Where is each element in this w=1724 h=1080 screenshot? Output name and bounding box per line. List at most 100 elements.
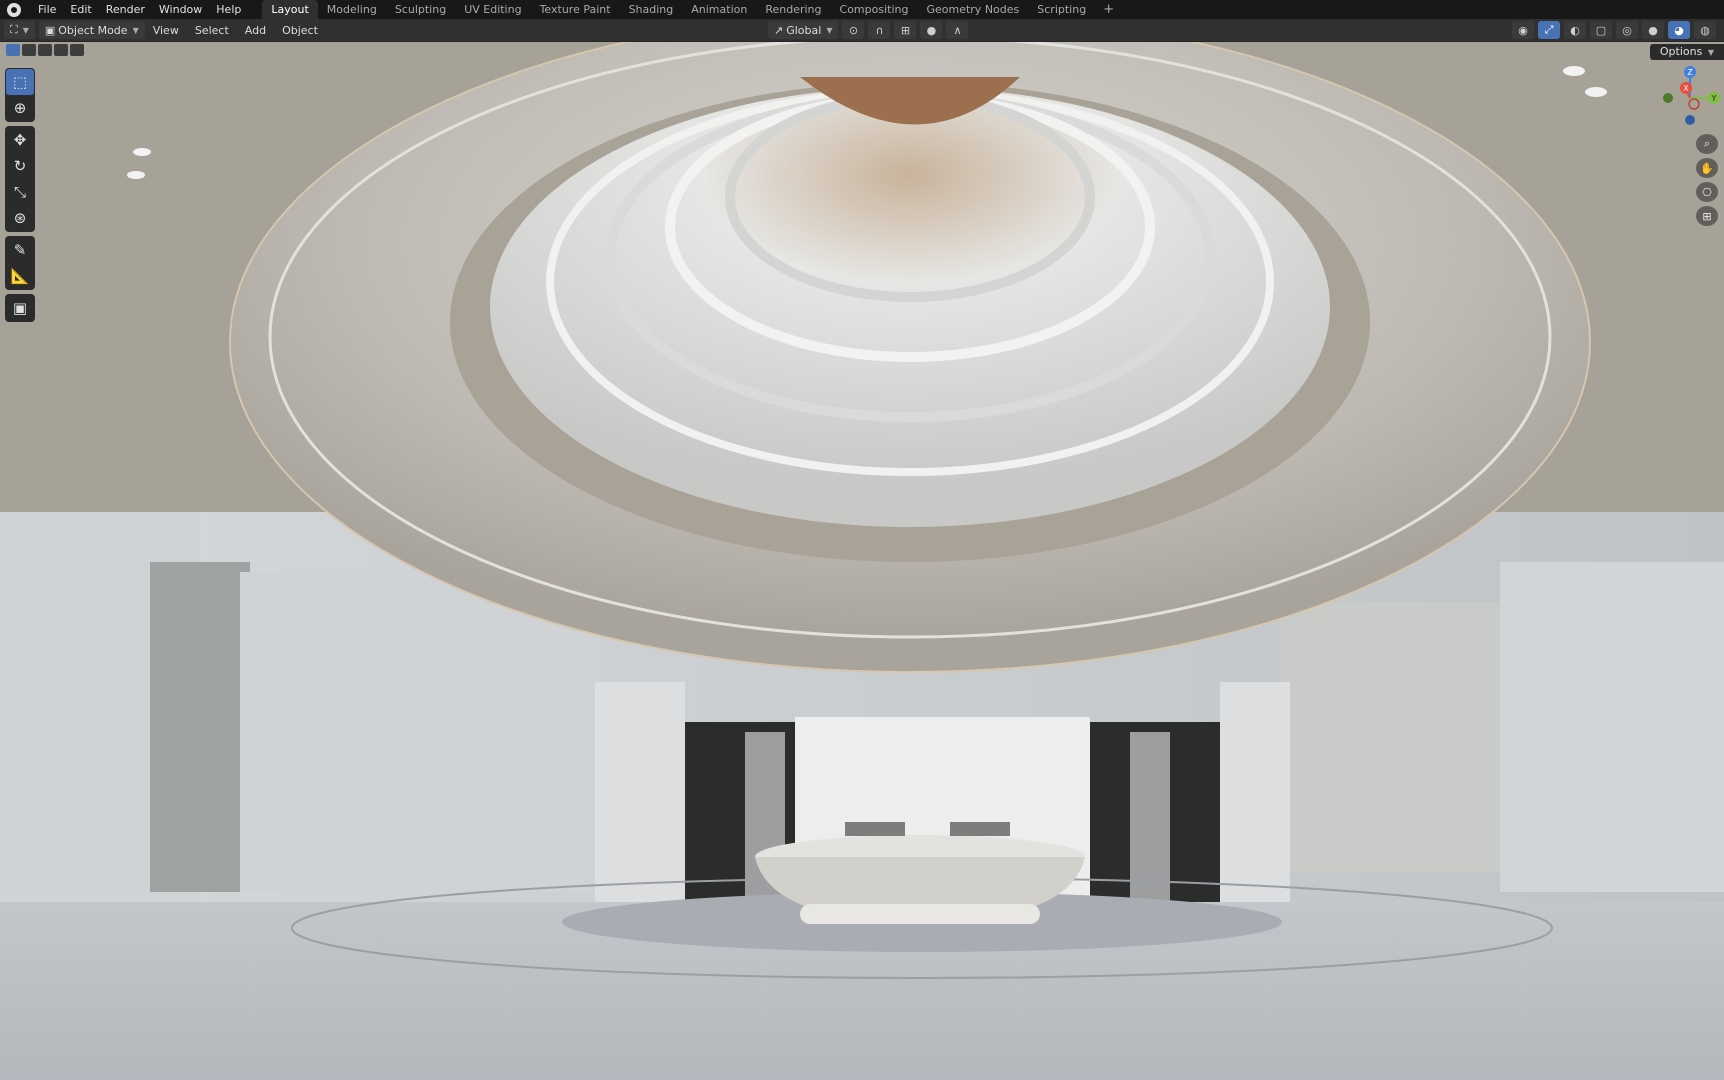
select-subtract-button[interactable] — [38, 44, 52, 56]
chevron-down-icon: ▼ — [132, 25, 139, 35]
3d-viewport[interactable]: ⬚ ⊕ ✥ ↻ ⤡ ⊛ ✎ 📐 ▣ Options ▼ Z Y X ⌕ ✋ ⎔ … — [0, 42, 1724, 1080]
menu-add[interactable]: Add — [237, 24, 274, 37]
menu-view[interactable]: View — [145, 24, 187, 37]
tab-shading[interactable]: Shading — [620, 0, 683, 19]
magnet-icon: ∩ — [875, 23, 884, 37]
annotate-tool[interactable]: ✎ — [6, 237, 34, 263]
gizmo-x-label: X — [1683, 84, 1689, 93]
blender-logo-icon[interactable] — [7, 2, 21, 17]
tab-compositing[interactable]: Compositing — [831, 0, 918, 19]
camera-view-button[interactable]: ⎔ — [1696, 182, 1718, 202]
right-pillar — [1130, 732, 1170, 922]
shading-solid-button[interactable]: ● — [1642, 21, 1664, 39]
gizmo-neg-y-handle[interactable] — [1663, 93, 1673, 103]
ceiling-light — [127, 171, 145, 179]
cursor-tool[interactable]: ⊕ — [6, 95, 34, 121]
desk-monitor-left — [845, 822, 905, 836]
menu-object[interactable]: Object — [274, 24, 326, 37]
shading-wireframe-button[interactable]: ◎ — [1616, 21, 1638, 39]
menu-select[interactable]: Select — [187, 24, 237, 37]
zoom-button[interactable]: ⌕ — [1696, 134, 1718, 154]
shading-rendered-button[interactable]: ◍ — [1694, 21, 1716, 39]
scale-tool[interactable]: ⤡ — [6, 179, 34, 205]
select-invert-button[interactable] — [54, 44, 68, 56]
xray-icon: ▢ — [1595, 23, 1607, 37]
viewport-display-controls: ◉ ⤢ ◐ ▢ ◎ ● ◕ ◍ — [1512, 21, 1716, 39]
move-tool[interactable]: ✥ — [6, 127, 34, 153]
add-workspace-button[interactable]: + — [1095, 0, 1122, 19]
snap-increment-icon: ⊞ — [900, 23, 911, 37]
menu-file[interactable]: File — [31, 0, 63, 19]
ortho-toggle-button[interactable]: ⊞ — [1696, 206, 1718, 226]
falloff-icon: ∧ — [953, 23, 962, 37]
mode-selector[interactable]: ▣ Object Mode ▼ — [38, 21, 145, 39]
tool-group-transform: ✥ ↻ ⤡ ⊛ — [5, 126, 35, 232]
tool-group-annotate: ✎ 📐 — [5, 236, 35, 290]
gizmo-neg-z-handle[interactable] — [1685, 115, 1695, 125]
tab-modeling[interactable]: Modeling — [318, 0, 386, 19]
select-extend-button[interactable] — [22, 44, 36, 56]
visibility-dropdown[interactable]: ◉ — [1512, 21, 1534, 39]
snap-target-dropdown[interactable]: ⊞ — [894, 21, 917, 39]
select-box-tool[interactable]: ⬚ — [6, 69, 34, 95]
select-new-button[interactable] — [6, 44, 20, 56]
measure-tool[interactable]: 📐 — [6, 263, 34, 289]
add-cube-tool[interactable]: ▣ — [6, 295, 34, 321]
tab-texture-paint[interactable]: Texture Paint — [531, 0, 620, 19]
select-intersect-button[interactable] — [70, 44, 84, 56]
chevron-down-icon: ▼ — [22, 25, 29, 35]
transform-tool[interactable]: ⊛ — [6, 205, 34, 231]
gizmo-z-label: Z — [1687, 68, 1693, 77]
cursor-icon: ⊕ — [13, 99, 27, 117]
xray-toggle[interactable]: ▢ — [1590, 21, 1612, 39]
overlays-toggle[interactable]: ◐ — [1564, 21, 1586, 39]
tab-rendering[interactable]: Rendering — [756, 0, 830, 19]
pan-hand-icon: ✋ — [1700, 161, 1714, 175]
wireframe-icon: ◎ — [1622, 23, 1632, 37]
ceiling-light — [133, 148, 151, 156]
shading-material-button[interactable]: ◕ — [1668, 21, 1690, 39]
tab-scripting[interactable]: Scripting — [1028, 0, 1095, 19]
top-menu-bar: File Edit Render Window Help Layout Mode… — [0, 0, 1724, 19]
pivot-point-button[interactable]: ⊙ — [842, 21, 865, 39]
column-left — [595, 682, 685, 932]
left-pillar — [745, 732, 785, 922]
viewport-render — [0, 42, 1724, 1080]
orientation-label: Global — [786, 23, 822, 37]
menu-render[interactable]: Render — [99, 0, 152, 19]
menu-window[interactable]: Window — [152, 0, 209, 19]
proportional-edit-toggle[interactable]: ● — [920, 21, 943, 39]
proportional-icon: ● — [926, 23, 937, 37]
navigation-gizmo[interactable]: Z Y X — [1660, 64, 1720, 128]
workspace-tabs: Layout Modeling Sculpting UV Editing Tex… — [262, 0, 1122, 19]
grid-view-icon: ⊞ — [1702, 209, 1712, 223]
ceiling-light — [1585, 87, 1607, 97]
chevron-down-icon: ▼ — [826, 25, 833, 35]
menu-edit[interactable]: Edit — [63, 0, 98, 19]
options-dropdown[interactable]: Options ▼ — [1649, 44, 1724, 60]
tab-layout[interactable]: Layout — [262, 0, 318, 19]
material-icon: ◕ — [1674, 23, 1684, 37]
pan-button[interactable]: ✋ — [1696, 158, 1718, 178]
desk-base — [800, 904, 1040, 924]
dome-layer-1 — [490, 87, 1330, 527]
transform-controls: ↗ Global ▼ ⊙ ∩ ⊞ ● ∧ — [764, 21, 969, 39]
move-icon: ✥ — [13, 131, 27, 149]
add-cube-icon: ▣ — [12, 299, 28, 317]
rotate-tool[interactable]: ↻ — [6, 153, 34, 179]
tab-animation[interactable]: Animation — [682, 0, 756, 19]
transform-orientation-dropdown[interactable]: ↗ Global ▼ — [768, 21, 839, 39]
tab-geometry-nodes[interactable]: Geometry Nodes — [917, 0, 1028, 19]
gizmo-y-label: Y — [1711, 94, 1717, 103]
editor-type-button[interactable]: ⛶ ▼ — [4, 21, 35, 39]
snap-toggle[interactable]: ∩ — [868, 21, 891, 39]
tab-sculpting[interactable]: Sculpting — [386, 0, 455, 19]
tab-uv-editing[interactable]: UV Editing — [455, 0, 530, 19]
gizmo-toggle[interactable]: ⤢ — [1538, 21, 1560, 39]
eye-icon: ◉ — [1518, 23, 1528, 37]
chevron-down-icon: ▼ — [1707, 48, 1714, 57]
gizmo-neg-x-handle[interactable] — [1688, 98, 1700, 110]
navigation-controls: ⌕ ✋ ⎔ ⊞ — [1696, 134, 1720, 226]
proportional-falloff-dropdown[interactable]: ∧ — [946, 21, 969, 39]
menu-help[interactable]: Help — [209, 0, 248, 19]
